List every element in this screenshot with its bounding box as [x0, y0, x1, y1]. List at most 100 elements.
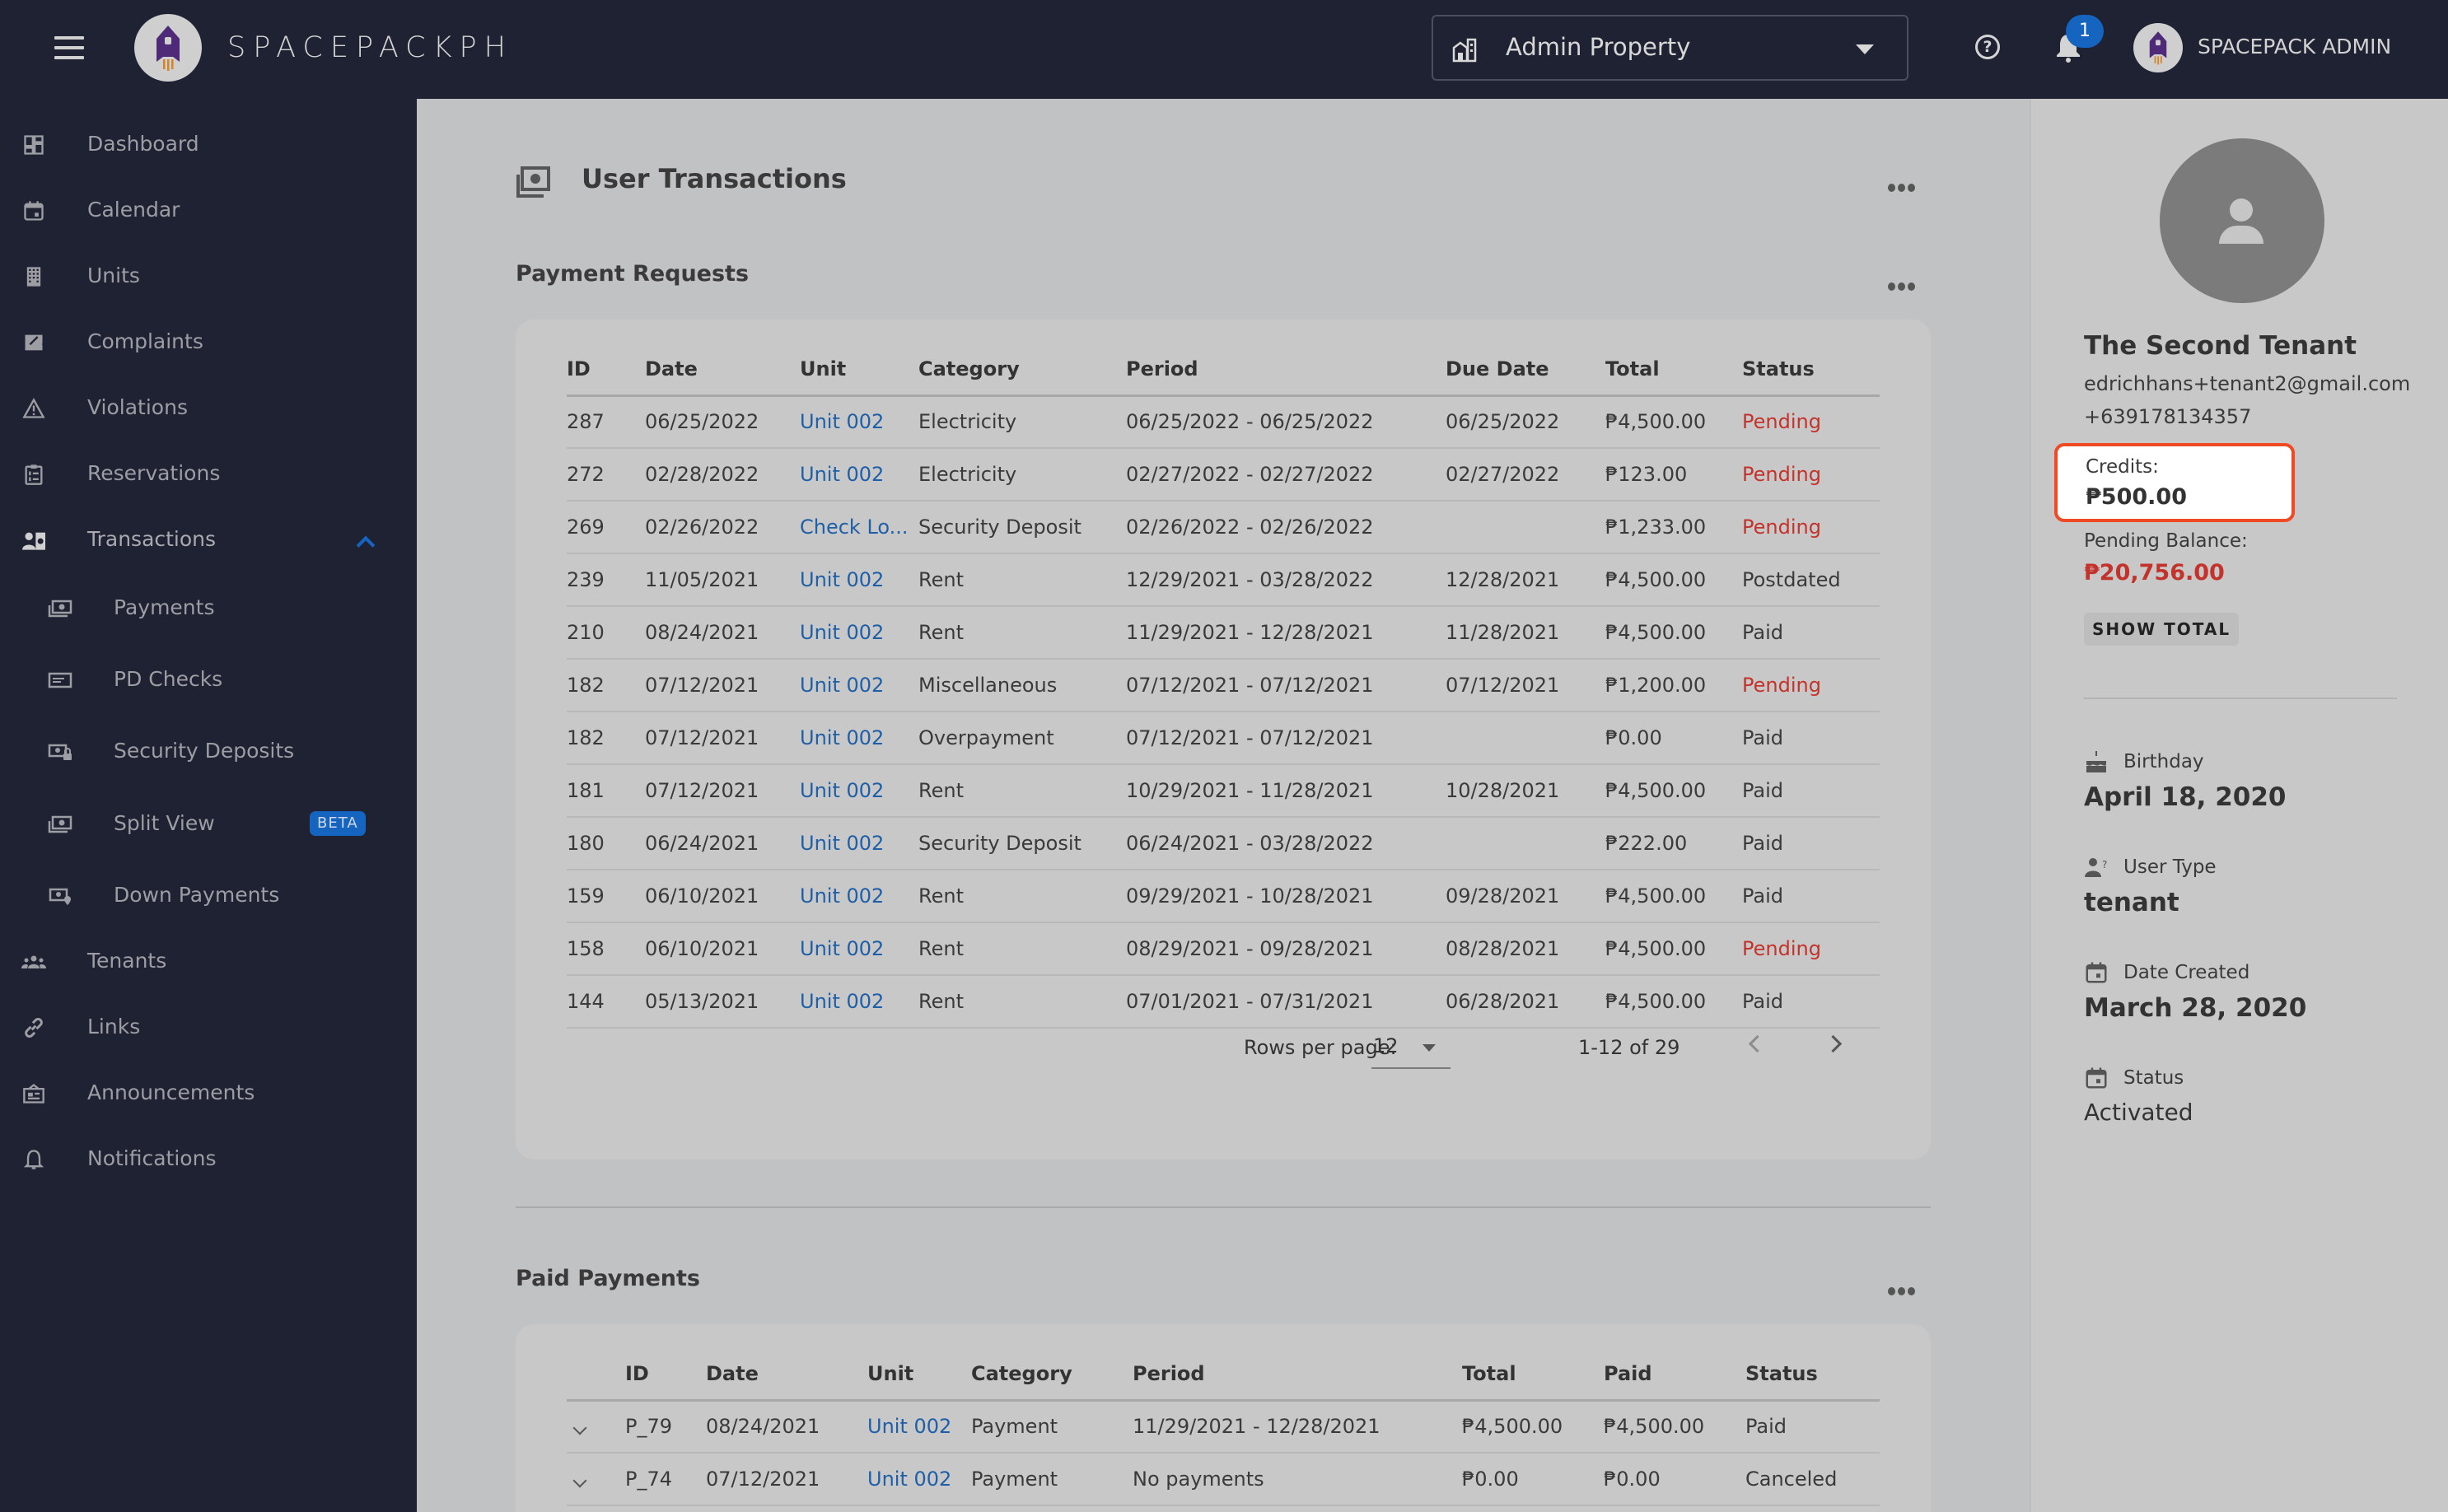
show-total-button[interactable]: SHOW TOTAL	[2084, 613, 2239, 646]
sidebar-item-calendar[interactable]: Calendar	[0, 181, 417, 239]
payment-requests-more-icon[interactable]	[1888, 282, 1918, 292]
sidebar-item-tenants[interactable]: Tenants	[0, 932, 417, 990]
calendar-icon	[2086, 1067, 2107, 1089]
table-row[interactable]: P_79 08/24/2021 Unit 002 Payment 11/29/2021 …	[567, 1400, 1880, 1454]
sidebar-item-security-deposits[interactable]: Security Deposits	[0, 722, 417, 780]
unit-link[interactable]: Unit 002	[800, 937, 884, 960]
table-row[interactable]: 182 07/12/2021 Unit 002 Miscellaneous 07/12/…	[567, 659, 1880, 712]
admin-name[interactable]: SPACEPACK ADMIN	[2198, 35, 2391, 58]
column-header-cell: Total	[1462, 1349, 1604, 1402]
warning-icon	[22, 398, 45, 418]
cell-due-cell: 07/12/2021	[1446, 659, 1605, 712]
sidebar-item-links[interactable]: Links	[0, 998, 417, 1056]
next-page-button[interactable]	[1820, 1028, 1853, 1061]
sidebar-item-reservations[interactable]: Reservations	[0, 445, 417, 502]
table-row[interactable]: 210 08/24/2021 Unit 002 Rent 11/29/2021 - 12…	[567, 606, 1880, 660]
cell-id: 287	[567, 410, 605, 434]
caret-down-icon	[1856, 44, 1874, 54]
chevron-up-icon[interactable]	[356, 535, 376, 555]
sidebar-item-announcements[interactable]: Announcements	[0, 1064, 417, 1122]
unit-link[interactable]: Unit 002	[800, 463, 884, 486]
rows-per-page-select[interactable]: 12	[1371, 1026, 1451, 1069]
unit-link[interactable]: Unit 002	[800, 568, 884, 591]
menu-icon[interactable]	[54, 36, 84, 59]
unit-link[interactable]: Unit 002	[867, 1415, 951, 1438]
unit-link[interactable]: Unit 002	[800, 884, 884, 908]
cell-status: Canceled	[1745, 1468, 1838, 1491]
sidebar-item-down-payments[interactable]: Down Payments	[0, 866, 417, 924]
cell-status-cell: Pending	[1742, 448, 1880, 502]
expand-row-chevron-icon[interactable]	[572, 1421, 587, 1435]
help-icon[interactable]: ?	[1975, 35, 2000, 59]
table-row[interactable]: 159 06/10/2021 Unit 002 Rent 09/29/2021 - 10…	[567, 870, 1880, 923]
status-value: Activated	[2084, 1099, 2193, 1126]
cell-status-cell: Pending	[1742, 659, 1880, 712]
table-row[interactable]: P_74 07/12/2021 Unit 002 Payment No payments…	[567, 1453, 1880, 1506]
property-select[interactable]: Admin Property	[1432, 15, 1908, 81]
admin-avatar[interactable]	[2133, 23, 2183, 72]
sidebar-item-label: PD Checks	[114, 667, 223, 691]
cell-total: ₱4,500.00	[1605, 990, 1707, 1013]
unit-link[interactable]: Unit 002	[800, 832, 884, 855]
cell-id: 239	[567, 568, 605, 591]
sidebar-item-transactions[interactable]: Transactions	[0, 511, 417, 568]
announcement-icon	[23, 1084, 44, 1104]
sidebar-item-units[interactable]: Units	[0, 247, 417, 305]
unit-link[interactable]: Unit 002	[800, 674, 884, 697]
paid-payments-more-icon[interactable]	[1888, 1287, 1918, 1297]
unit-link[interactable]: Check Lo...	[800, 516, 909, 539]
unit-link[interactable]: Unit 002	[800, 621, 884, 644]
table-row[interactable]: 239 11/05/2021 Unit 002 Rent 12/29/2021 - 03…	[567, 553, 1880, 607]
table-row[interactable]: 182 07/12/2021 Unit 002 Overpayment 07/12/20…	[567, 712, 1880, 765]
column-header: Paid	[1604, 1362, 1652, 1386]
cell-category-cell: Miscellaneous	[918, 659, 1126, 712]
brand-logo[interactable]	[134, 14, 202, 82]
cell-category: Rent	[918, 884, 964, 908]
cell-due: 06/28/2021	[1446, 990, 1560, 1013]
cell-status-cell: Paid	[1742, 817, 1880, 870]
unit-link[interactable]: Unit 002	[800, 990, 884, 1013]
sidebar-item-split-view[interactable]: Split View BETA	[0, 795, 417, 852]
sidebar-item-violations[interactable]: Violations	[0, 379, 417, 436]
table-row[interactable]: 158 06/10/2021 Unit 002 Rent 08/29/2021 - 09…	[567, 922, 1880, 976]
column-header-cell: ID	[567, 344, 645, 397]
cell-period-cell: 09/29/2021 - 10/28/2021	[1126, 870, 1446, 923]
table-row[interactable]: 181 07/12/2021 Unit 002 Rent 10/29/2021 - 11…	[567, 764, 1880, 818]
unit-link-cell: Unit 002	[800, 448, 918, 502]
check-card-icon	[48, 672, 72, 688]
person-icon-body	[2219, 226, 2263, 244]
table-row[interactable]: 180 06/24/2021 Unit 002 Security Deposit 06/…	[567, 817, 1880, 870]
table-row[interactable]: 287 06/25/2022 Unit 002 Electricity 06/25/20…	[567, 395, 1880, 449]
sidebar-item-pd-checks[interactable]: PD Checks	[0, 651, 417, 708]
cell-period: 10/29/2021 - 11/28/2021	[1126, 779, 1374, 802]
unit-link-cell: Unit 002	[800, 975, 918, 1029]
cell-id: 144	[567, 990, 605, 1013]
table-row[interactable]: 272 02/28/2022 Unit 002 Electricity 02/27/20…	[567, 448, 1880, 502]
unit-link[interactable]: Unit 002	[800, 410, 884, 433]
previous-page-button[interactable]	[1738, 1028, 1771, 1061]
table-row[interactable]: 144 05/13/2021 Unit 002 Rent 07/01/2021 - 07…	[567, 975, 1880, 1029]
sidebar-item-label: Announcements	[87, 1080, 255, 1104]
unit-link[interactable]: Unit 002	[867, 1468, 951, 1491]
cell-category: Miscellaneous	[918, 674, 1058, 697]
sidebar-item-complaints[interactable]: Complaints	[0, 313, 417, 371]
tenant-profile-panel: The Second Tenant edrichhans+tenant2@gma…	[2030, 99, 2448, 1512]
unit-link[interactable]: Unit 002	[800, 779, 884, 802]
date-created-label: Date Created	[2123, 962, 2250, 983]
column-header: Period	[1133, 1362, 1205, 1386]
sidebar-item-payments[interactable]: Payments	[0, 579, 417, 637]
sidebar-item-notifications[interactable]: Notifications	[0, 1130, 417, 1188]
cell-total-cell: ₱4,500.00	[1605, 764, 1742, 818]
cell-due: 06/25/2022	[1446, 410, 1560, 434]
table-row[interactable]: 269 02/26/2022 Check Lo... Security Deposit…	[567, 501, 1880, 554]
people-icon	[21, 955, 46, 968]
bell-icon	[23, 1150, 44, 1169]
sidebar-item-dashboard[interactable]: Dashboard	[0, 115, 417, 173]
unit-link[interactable]: Unit 002	[800, 726, 884, 749]
sidebar-item-label: Transactions	[87, 527, 217, 551]
cell-date: 06/25/2022	[645, 410, 759, 434]
page-more-options-icon[interactable]	[1888, 184, 1918, 194]
expand-row-chevron-icon[interactable]	[572, 1473, 587, 1488]
expand-cell	[567, 1400, 625, 1454]
unit-link-cell: Unit 002	[800, 712, 918, 765]
